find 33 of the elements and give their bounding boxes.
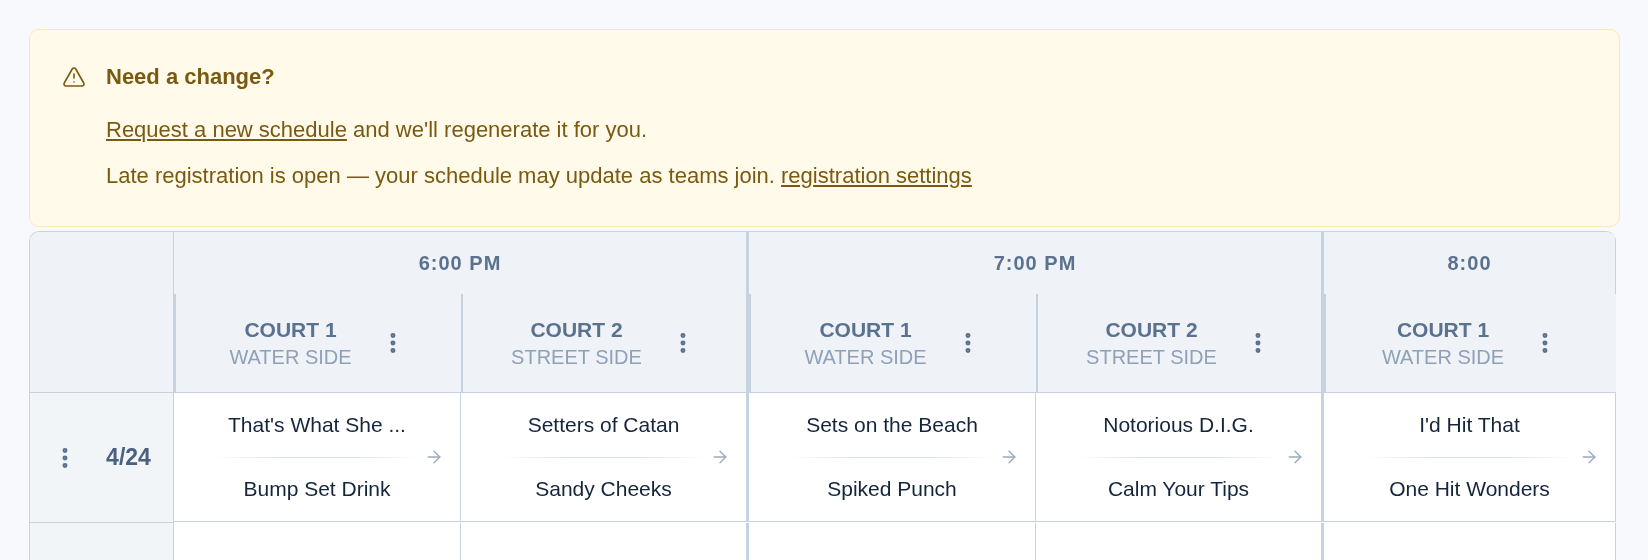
notice-title: Need a change? [106, 64, 276, 90]
court-name: COURT 2 [1105, 317, 1198, 342]
court-name: COURT 2 [530, 317, 623, 342]
team-name: Notorious D.I.G. [1102, 413, 1255, 437]
notice-text: Late registration is open — your schedule may update as teams join. registration settings [106, 162, 972, 190]
court-name: COURT 1 [1396, 317, 1490, 342]
time-label: 7:00 PM [993, 251, 1077, 275]
court-name: COURT 1 [244, 317, 337, 342]
court-side: WATER SIDE [804, 345, 927, 369]
team-name: That's What She ... [227, 413, 407, 437]
court-name: COURT 1 [819, 317, 912, 342]
team-name: Bump Set Drink [242, 477, 392, 501]
team-name: Spiked Punch [826, 477, 958, 501]
court-side: WATER SIDE [229, 345, 352, 369]
team-name: Calm Your Tips [1106, 477, 1251, 501]
match-cell[interactable]: Sets on the Beach Spiked Punch [749, 393, 1036, 522]
team-name: Sets on the Beach [805, 413, 979, 437]
notice-text: Request a new schedule and we'll regenerate it for you. [106, 116, 649, 144]
date-label: 4/24 [106, 444, 151, 471]
warning-icon [62, 65, 86, 89]
team-name: One Hit Wonders [1388, 477, 1551, 501]
team-name: I'd Hit That [1418, 413, 1521, 437]
notice-link[interactable]: Request a new schedule [106, 117, 347, 142]
time-label: 8:00 [1447, 251, 1492, 275]
notice-link[interactable]: registration settings [781, 163, 972, 188]
time-label: 6:00 PM [418, 251, 502, 275]
court-side: STREET SIDE [1086, 345, 1217, 369]
match-cell[interactable]: I'd Hit That One Hit Wonders [1324, 393, 1616, 522]
court-side: WATER SIDE [1381, 345, 1505, 369]
team-name: Sandy Cheeks [534, 477, 673, 501]
court-side: STREET SIDE [511, 345, 642, 369]
match-cell[interactable]: That's What She ... Bump Set Drink [174, 393, 461, 522]
team-name: Setters of Catan [526, 413, 681, 437]
